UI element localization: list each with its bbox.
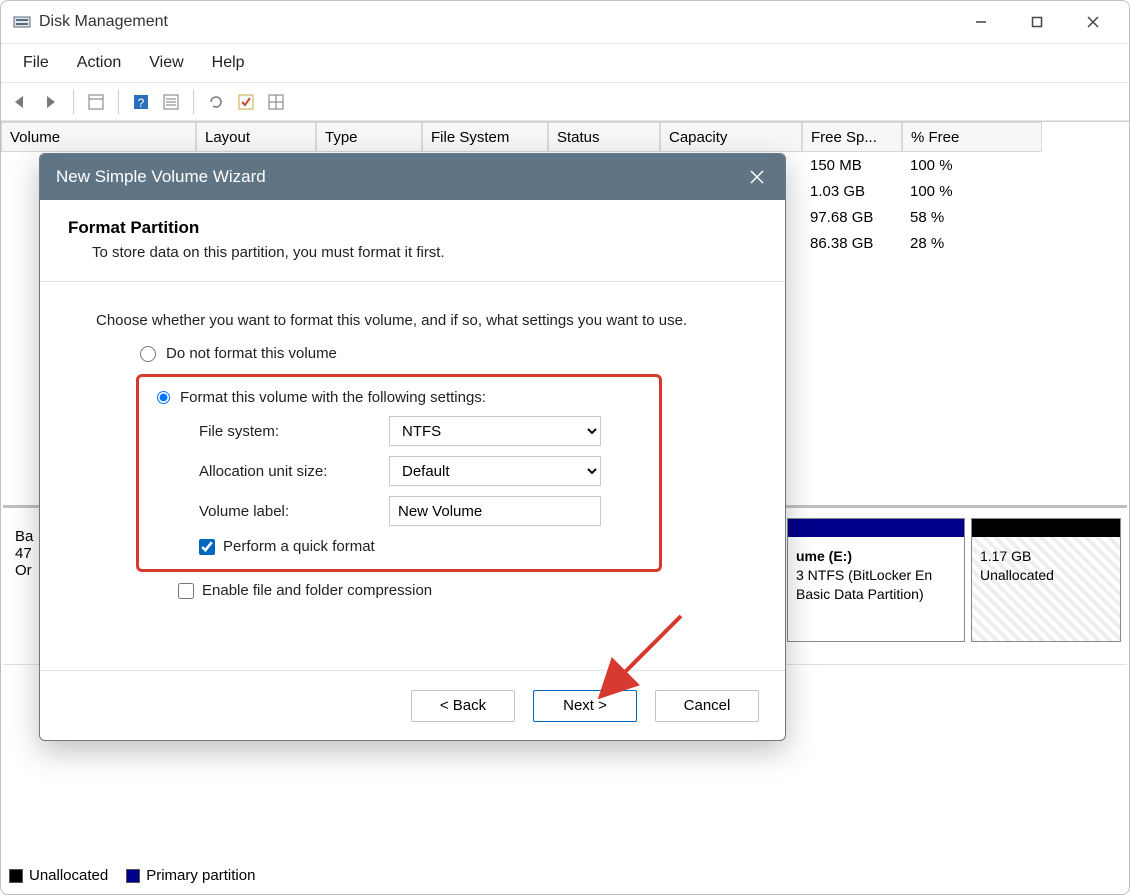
partition-e[interactable]: ume (E:) 3 NTFS (BitLocker En Basic Data…: [787, 518, 965, 642]
th-pctfree[interactable]: % Free: [902, 122, 1042, 152]
row-volume-label: Volume label:: [199, 496, 641, 526]
cancel-button[interactable]: Cancel: [655, 690, 759, 722]
grid-icon[interactable]: [262, 88, 290, 116]
back-button[interactable]: < Back: [411, 690, 515, 722]
menu-file[interactable]: File: [9, 48, 63, 78]
help-icon[interactable]: ?: [127, 88, 155, 116]
checkbox-quick-format-input[interactable]: [199, 539, 215, 555]
dialog-titlebar: New Simple Volume Wizard: [40, 154, 785, 200]
toolbar: ?: [1, 83, 1129, 121]
menu-action[interactable]: Action: [63, 48, 135, 78]
back-icon[interactable]: [7, 88, 35, 116]
partition-detail: Basic Data Partition): [796, 585, 956, 604]
cell-free: 86.38 GB: [802, 230, 902, 256]
input-volume-label[interactable]: [389, 496, 601, 526]
window-title: Disk Management: [39, 13, 953, 31]
partition-detail: 3 NTFS (BitLocker En: [796, 566, 956, 585]
dialog-title: New Simple Volume Wizard: [56, 167, 266, 187]
select-filesystem[interactable]: NTFS: [389, 416, 601, 446]
disk-mgmt-icon: [13, 13, 31, 31]
radio-format[interactable]: Format this volume with the following se…: [157, 389, 641, 406]
legend: Unallocated Primary partition: [9, 867, 255, 884]
list-icon[interactable]: [157, 88, 185, 116]
swatch-blue: [126, 869, 140, 883]
dialog-close-button[interactable]: [745, 165, 769, 189]
cell-free: 150 MB: [802, 152, 902, 178]
checkbox-quick-format-label: Perform a quick format: [223, 538, 375, 555]
radio-format-label: Format this volume with the following se…: [180, 389, 486, 406]
radio-no-format[interactable]: Do not format this volume: [140, 345, 745, 362]
dialog-body: Choose whether you want to format this v…: [40, 282, 785, 609]
partition-unallocated[interactable]: 1.17 GB Unallocated: [971, 518, 1121, 642]
dialog-header: Format Partition To store data on this p…: [40, 200, 785, 282]
th-status[interactable]: Status: [548, 122, 660, 152]
dialog-instruction: Choose whether you want to format this v…: [96, 312, 745, 329]
th-type[interactable]: Type: [316, 122, 422, 152]
partition-stripe: [972, 519, 1120, 537]
th-layout[interactable]: Layout: [196, 122, 316, 152]
label-volume-label: Volume label:: [199, 503, 389, 520]
separator: [193, 90, 194, 114]
partition-stripe: [788, 519, 964, 537]
partition-title: ume (E:): [796, 547, 956, 566]
properties-icon[interactable]: [82, 88, 110, 116]
checkbox-compression[interactable]: Enable file and folder compression: [178, 582, 745, 599]
checkbox-compression-input[interactable]: [178, 583, 194, 599]
separator: [118, 90, 119, 114]
checkbox-quick-format[interactable]: Perform a quick format: [199, 538, 641, 555]
close-button[interactable]: [1065, 1, 1121, 43]
cell-pct: 28 %: [902, 230, 1042, 256]
cell-free: 1.03 GB: [802, 178, 902, 204]
radio-no-format-input[interactable]: [140, 346, 156, 362]
partition-detail: 1.17 GB: [980, 547, 1112, 566]
maximize-button[interactable]: [1009, 1, 1065, 43]
select-allocation[interactable]: Default: [389, 456, 601, 486]
radio-no-format-label: Do not format this volume: [166, 345, 337, 362]
label-allocation: Allocation unit size:: [199, 463, 389, 480]
partition-detail: Unallocated: [980, 566, 1112, 585]
titlebar: Disk Management: [1, 1, 1129, 43]
menubar: File Action View Help: [1, 43, 1129, 83]
svg-text:?: ?: [138, 96, 145, 110]
menu-help[interactable]: Help: [198, 48, 259, 78]
th-filesystem[interactable]: File System: [422, 122, 548, 152]
cell-free: 97.68 GB: [802, 204, 902, 230]
next-button[interactable]: Next >: [533, 690, 637, 722]
separator: [73, 90, 74, 114]
checkbox-compression-label: Enable file and folder compression: [202, 582, 432, 599]
refresh-icon[interactable]: [202, 88, 230, 116]
th-volume[interactable]: Volume: [1, 122, 196, 152]
radio-format-input[interactable]: [157, 391, 170, 404]
swatch-black: [9, 869, 23, 883]
row-allocation: Allocation unit size: Default: [199, 456, 641, 486]
wizard-dialog: New Simple Volume Wizard Format Partitio…: [39, 153, 786, 741]
cell-pct: 58 %: [902, 204, 1042, 230]
label-filesystem: File system:: [199, 423, 389, 440]
menu-view[interactable]: View: [135, 48, 197, 78]
cell-pct: 100 %: [902, 178, 1042, 204]
dialog-footer: < Back Next > Cancel: [40, 670, 785, 740]
dialog-subheading: To store data on this partition, you mus…: [92, 244, 757, 261]
cell-pct: 100 %: [902, 152, 1042, 178]
th-capacity[interactable]: Capacity: [660, 122, 802, 152]
th-free[interactable]: Free Sp...: [802, 122, 902, 152]
window-controls: [953, 1, 1121, 43]
forward-icon[interactable]: [37, 88, 65, 116]
table-header: Volume Layout Type File System Status Ca…: [1, 122, 1129, 152]
highlight-box: Format this volume with the following se…: [136, 374, 662, 572]
dialog-heading: Format Partition: [68, 218, 757, 238]
legend-unallocated: Unallocated: [9, 867, 108, 884]
minimize-button[interactable]: [953, 1, 1009, 43]
row-filesystem: File system: NTFS: [199, 416, 641, 446]
check-icon[interactable]: [232, 88, 260, 116]
legend-primary: Primary partition: [126, 867, 255, 884]
